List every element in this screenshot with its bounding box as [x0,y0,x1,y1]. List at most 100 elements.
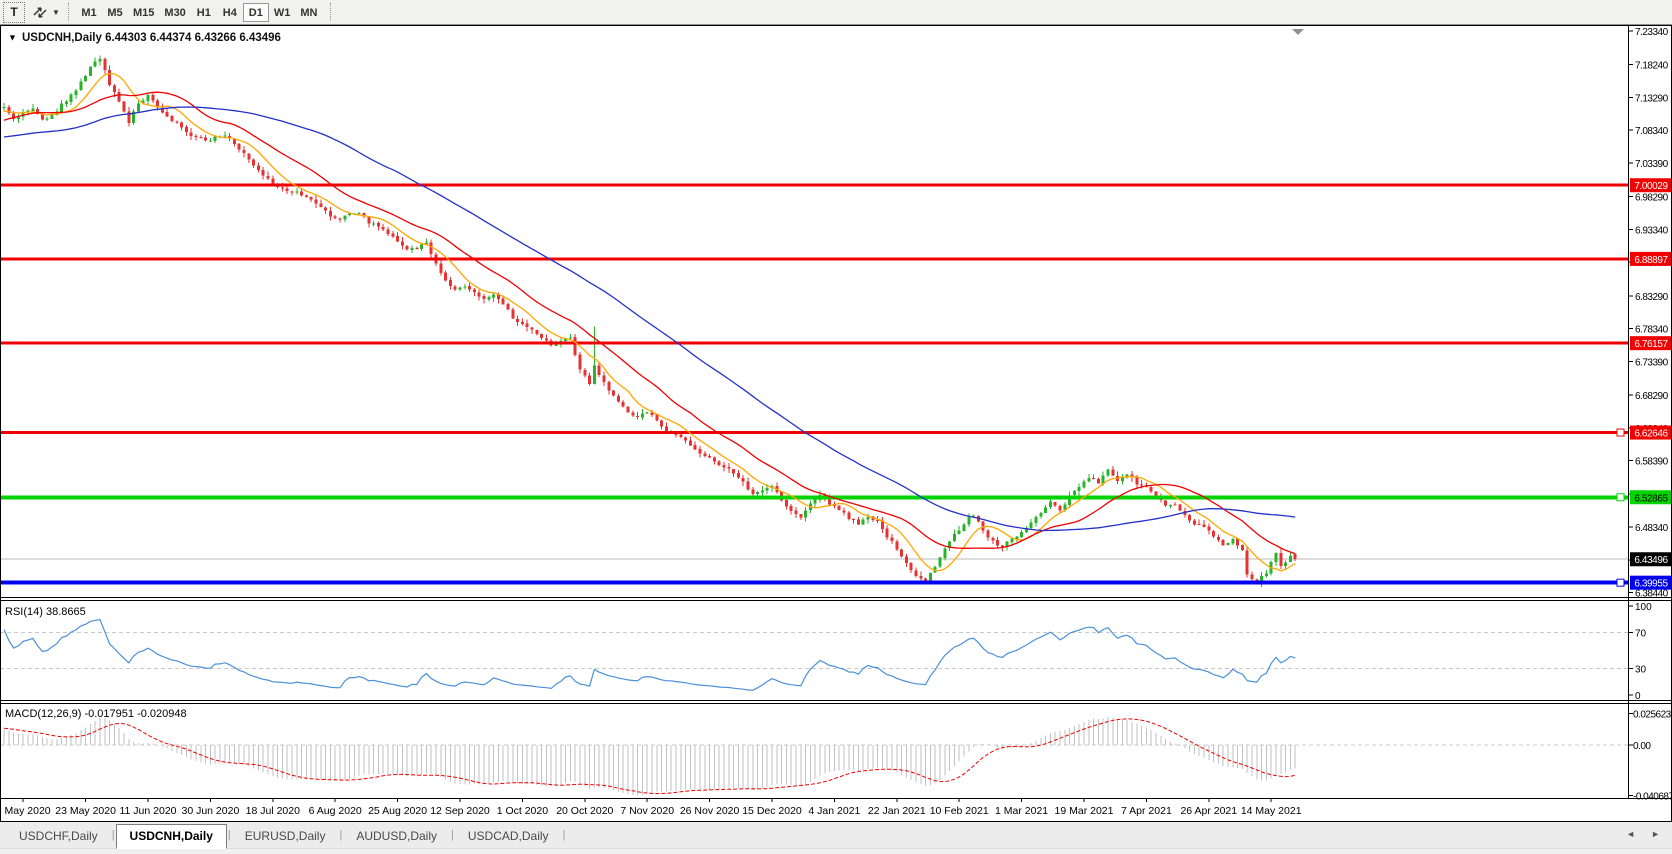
svg-text:6.62646: 6.62646 [1634,429,1668,440]
svg-text:6.38440: 6.38440 [1635,589,1669,600]
timeframe-button-d1[interactable]: D1 [243,3,269,22]
toolbar-separator-2 [330,3,332,21]
chart-tools-button[interactable] [31,3,49,22]
timeframe-button-h1[interactable]: H1 [191,3,217,22]
rsi-label: RSI(14) 38.8665 [5,606,86,618]
svg-text:26 Apr 2021: 26 Apr 2021 [1180,805,1237,817]
svg-text:6.88897: 6.88897 [1634,255,1668,266]
svg-text:1 Oct 2020: 1 Oct 2020 [497,805,549,817]
svg-text:7.08340: 7.08340 [1635,126,1669,137]
svg-text:7.03390: 7.03390 [1635,159,1669,170]
svg-text:7.23340: 7.23340 [1635,27,1669,38]
horizontal-line-6.39955[interactable] [0,579,1628,586]
svg-text:23 May 2020: 23 May 2020 [55,805,116,817]
svg-text:6.76157: 6.76157 [1634,339,1668,350]
svg-text:7 Nov 2020: 7 Nov 2020 [620,805,674,817]
tab-separator: | [562,829,567,841]
text-tool-button[interactable]: T [3,2,25,23]
svg-text:12 Sep 2020: 12 Sep 2020 [430,805,490,817]
chart-tab-usdcnh-daily[interactable]: USDCNH,Daily [116,824,227,849]
svg-text:6.43496: 6.43496 [1634,555,1668,566]
svg-text:19 Mar 2021: 19 Mar 2021 [1055,805,1114,817]
arrange-arrows-icon [31,4,49,20]
svg-text:22 Jan 2021: 22 Jan 2021 [868,805,926,817]
svg-text:0.025623: 0.025623 [1633,709,1672,720]
price-label-6.39955: 6.39955 [1630,576,1672,590]
svg-text:6.73390: 6.73390 [1635,357,1669,368]
svg-text:25 Aug 2020: 25 Aug 2020 [368,805,427,817]
svg-text:6.83290: 6.83290 [1635,292,1669,303]
timeframe-button-m30[interactable]: M30 [159,3,190,22]
svg-text:-0.040687: -0.040687 [1633,791,1672,802]
svg-text:5 May 2020: 5 May 2020 [0,805,51,817]
chart-tabs-bar: USDCHF,Daily|USDCNH,Daily|EURUSD,Daily|A… [0,822,1672,848]
chart-tab-audusd-daily[interactable]: AUDUSD,Daily [343,825,450,848]
scroll-marker-icon [1292,29,1304,35]
svg-text:6.39955: 6.39955 [1634,579,1668,590]
timeframe-toolbar: M1M5M15M30H1H4D1W1MN [76,0,322,25]
svg-text:70: 70 [1635,629,1647,640]
price-label-6.52865: 6.52865 [1630,490,1672,504]
timeframe-button-h4[interactable]: H4 [217,3,243,22]
svg-text:7.00029: 7.00029 [1634,181,1668,192]
svg-text:6.58390: 6.58390 [1635,457,1669,468]
candlesticks [3,55,1297,587]
chart-tab-eurusd-daily[interactable]: EURUSD,Daily [232,825,339,848]
tab-scroll-left-icon[interactable]: ◄ [1626,830,1635,839]
svg-text:10 Feb 2021: 10 Feb 2021 [930,805,989,817]
svg-text:20 Oct 2020: 20 Oct 2020 [556,805,613,817]
svg-text:7.13290: 7.13290 [1635,93,1669,104]
svg-text:1 Mar 2021: 1 Mar 2021 [995,805,1048,817]
chart-window: ▼ USDCNH,Daily 6.44303 6.44374 6.43266 6.… [0,25,1672,822]
terminal-window: T ▼ M1M5M15M30H1H4D1W1MN ▼ USDCNH,Daily 6… [0,0,1672,854]
toolbar-separator [68,3,70,21]
svg-text:26 Nov 2020: 26 Nov 2020 [680,805,740,817]
chart-title: USDCNH,Daily 6.44303 6.44374 6.43266 6.4… [22,32,281,44]
line-handle[interactable] [1617,429,1624,436]
current-price-label: 6.43496 [1630,552,1672,566]
rsi-panel: RSI(14) 38.8665 [0,606,1628,690]
svg-text:4 Jan 2021: 4 Jan 2021 [808,805,860,817]
svg-text:6 Aug 2020: 6 Aug 2020 [309,805,362,817]
macd-panel: MACD(12,26,9) -0.017951 -0.020948 [0,708,1628,796]
svg-text:14 May 2021: 14 May 2021 [1241,805,1302,817]
svg-text:11 Jun 2020: 11 Jun 2020 [119,805,176,817]
svg-text:15 Dec 2020: 15 Dec 2020 [742,805,802,817]
macd-signal-line [4,719,1295,794]
timeframe-button-m15[interactable]: M15 [128,3,159,22]
timeframe-button-m1[interactable]: M1 [76,3,102,22]
svg-text:6.78340: 6.78340 [1635,325,1669,336]
macd-histogram [4,717,1295,795]
svg-text:6.98290: 6.98290 [1635,193,1669,204]
price-label-6.62646: 6.62646 [1630,426,1672,440]
status-strip [0,848,1672,854]
svg-text:100: 100 [1635,602,1652,613]
svg-text:7 Apr 2021: 7 Apr 2021 [1121,805,1172,817]
price-axis: 7.23340 7.18240 7.13290 7.08340 7.03390 6.982… [1628,27,1672,802]
dropdown-caret-icon[interactable]: ▼ [50,8,62,17]
chart-tab-usdchf-daily[interactable]: USDCHF,Daily [6,825,111,848]
svg-text:7.18240: 7.18240 [1635,61,1669,72]
price-label-7.00029: 7.00029 [1630,178,1672,192]
price-label-6.88897: 6.88897 [1630,252,1672,266]
timeframe-button-w1[interactable]: W1 [269,3,296,22]
tab-scroll-arrows: ◄► [1626,830,1660,839]
svg-text:6.68290: 6.68290 [1635,391,1669,402]
svg-text:6.93340: 6.93340 [1635,225,1669,236]
svg-text:6.48340: 6.48340 [1635,523,1669,534]
toolbar: T ▼ M1M5M15M30H1H4D1W1MN [0,0,1672,25]
line-handle[interactable] [1617,494,1624,501]
svg-text:6.52865: 6.52865 [1634,493,1668,504]
horizontal-line-6.62646[interactable] [0,429,1628,436]
line-handle[interactable] [1617,579,1624,586]
svg-text:18 Jul 2020: 18 Jul 2020 [246,805,300,817]
chart-collapse-icon[interactable]: ▼ [8,33,17,43]
date-axis: 5 May 2020 23 May 202011 Jun 2020 30 Jun 2… [0,798,1302,817]
svg-text:30 Jun 2020: 30 Jun 2020 [181,805,239,817]
tab-scroll-right-icon[interactable]: ► [1651,830,1660,839]
chart-tab-usdcad-daily[interactable]: USDCAD,Daily [455,825,562,848]
svg-text:0.00: 0.00 [1633,741,1651,752]
rsi-line [4,620,1295,691]
timeframe-button-m5[interactable]: M5 [102,3,128,22]
timeframe-button-mn[interactable]: MN [295,3,322,22]
